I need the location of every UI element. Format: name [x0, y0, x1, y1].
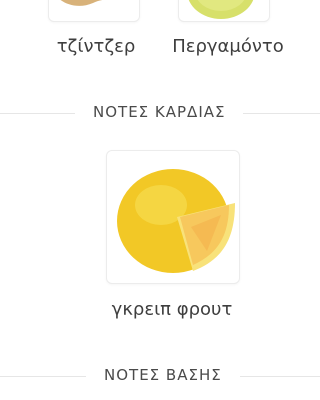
note-card-ginger[interactable]	[48, 0, 140, 22]
note-card-bergamot[interactable]	[178, 0, 270, 22]
note-label-bergamot: Περγαμόντο	[172, 36, 284, 57]
section-title-heart-notes: ΝΟΤΕΣ ΚΑΡΔΙΑΣ	[75, 99, 244, 125]
grapefruit-icon	[107, 151, 239, 283]
bergamot-icon	[179, 0, 269, 21]
note-card-grapefruit[interactable]	[106, 150, 240, 284]
ginger-icon	[49, 0, 139, 21]
note-label-ginger: τζίντζερ	[56, 36, 136, 57]
section-title-base-notes: ΝΟΤΕΣ ΒΑΣΗΣ	[86, 362, 240, 388]
note-label-grapefruit: γκρειπ φρουτ	[111, 299, 233, 320]
